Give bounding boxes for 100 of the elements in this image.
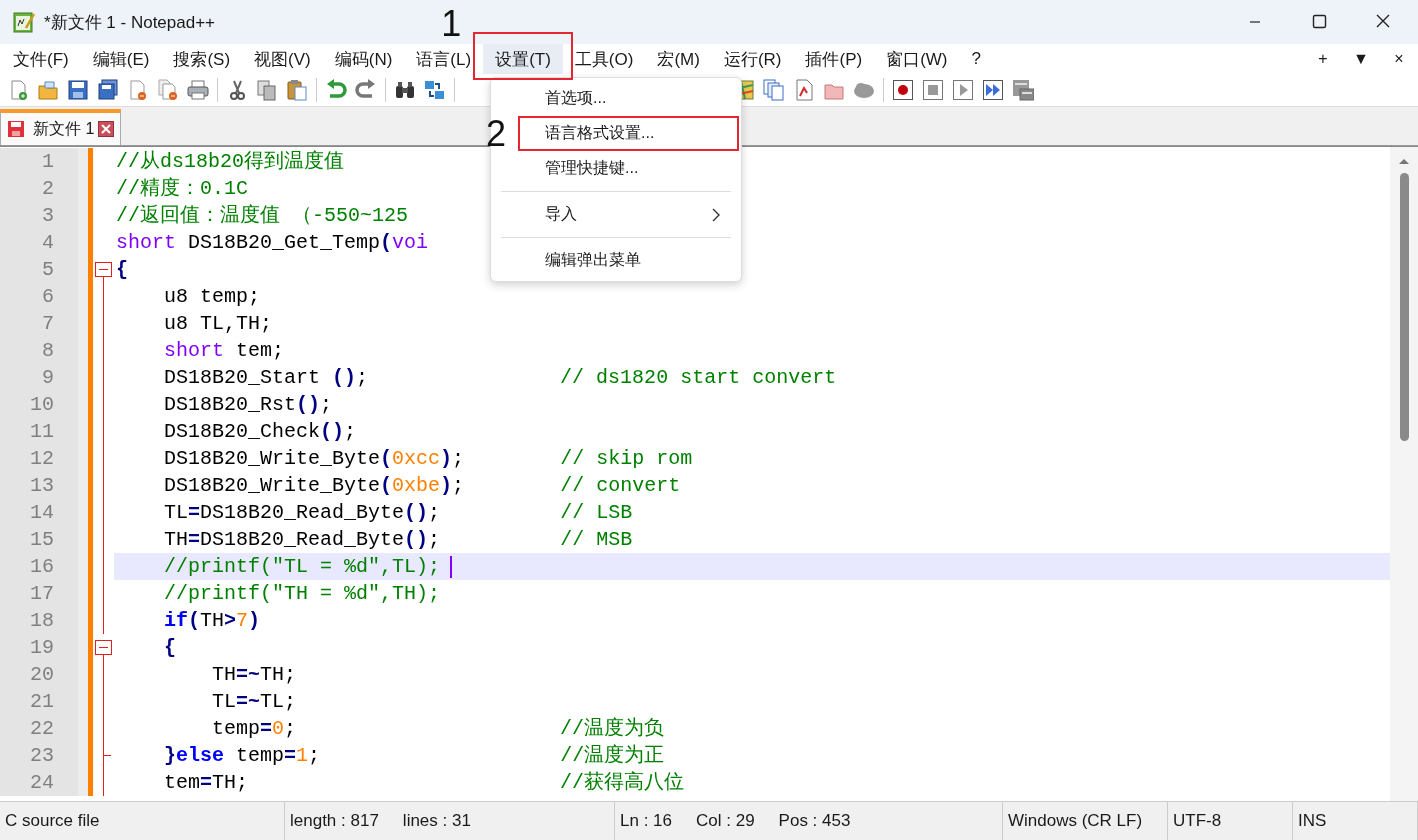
code-line: DS18B20_Start (); // ds1820 start convert: [163, 365, 837, 391]
code-line: temp=0; //温度为负: [211, 716, 665, 742]
code-line: if(TH>7): [163, 608, 261, 634]
close-tab-button[interactable]: ×: [1380, 50, 1418, 68]
line-number: 17: [0, 580, 88, 607]
status-text: Ln : 16: [620, 811, 672, 831]
menu-item[interactable]: 编码(N): [322, 43, 405, 75]
fast-forward-button[interactable]: [982, 79, 1004, 101]
line-number: 24: [0, 769, 88, 796]
line-number: 9: [0, 364, 88, 391]
step-number: 2: [486, 116, 507, 152]
code-line: TH=~TH;: [211, 662, 297, 688]
paste-button[interactable]: [286, 79, 308, 101]
documents-button[interactable]: [763, 79, 785, 101]
menu-option[interactable]: 导入: [518, 197, 741, 232]
line-number: 16: [0, 553, 88, 580]
menu-option[interactable]: 编辑弹出菜单: [518, 243, 741, 278]
line-number: 8: [0, 337, 88, 364]
stop-button[interactable]: [922, 79, 944, 101]
line-number: 3: [0, 202, 88, 229]
print-button[interactable]: [187, 79, 209, 101]
step-number: 1: [441, 6, 462, 42]
fold-line: [103, 769, 104, 796]
scroll-up-icon[interactable]: [1398, 157, 1410, 165]
code-line: short DS18B20_Get_Temp(voi: [115, 230, 429, 256]
code-line: TL=~TL;: [211, 689, 297, 715]
code-line: {: [115, 257, 128, 283]
save-icon: [7, 120, 25, 138]
menu-item[interactable]: 插件(P): [793, 43, 875, 75]
menu-item[interactable]: 搜索(S): [161, 43, 243, 75]
line-number: 20: [0, 661, 88, 688]
save-all-button[interactable]: [97, 79, 119, 101]
menu-item[interactable]: 运行(R): [711, 43, 794, 75]
line-number: 7: [0, 310, 88, 337]
line-number: 12: [0, 445, 88, 472]
scroll-thumb[interactable]: [1399, 173, 1409, 441]
line-number: 5: [0, 256, 88, 283]
line-number: 10: [0, 391, 88, 418]
record-button[interactable]: [892, 79, 914, 101]
code-line: tem=TH; //获得高八位: [163, 770, 685, 796]
code-line: u8 temp;: [163, 284, 261, 310]
line-number: 11: [0, 418, 88, 445]
close-all-button[interactable]: [157, 79, 179, 101]
code-line: DS18B20_Write_Byte(0xcc); // skip rom: [163, 446, 693, 472]
undo-button[interactable]: [325, 79, 347, 101]
tab-list-button[interactable]: ▼: [1342, 50, 1380, 68]
save-button[interactable]: [67, 79, 89, 101]
code-line: DS18B20_Check();: [163, 419, 357, 445]
line-number: 4: [0, 229, 88, 256]
menu-item[interactable]: 视图(V): [242, 43, 323, 75]
code-line: {: [163, 635, 176, 661]
play-button[interactable]: [952, 79, 974, 101]
menu-item[interactable]: ?: [959, 45, 993, 73]
binoculars-button[interactable]: [394, 79, 416, 101]
line-number: 6: [0, 283, 88, 310]
line-number: 18: [0, 607, 88, 634]
line-number: 19: [0, 634, 88, 661]
line-number: 22: [0, 715, 88, 742]
line-number: 21: [0, 688, 88, 715]
code-line: }else temp=1; //温度为正: [163, 743, 665, 769]
file-tab[interactable]: 新文件 1: [0, 109, 122, 145]
status-text: Windows (CR LF): [1008, 811, 1143, 831]
status-text: lines : 31: [402, 811, 471, 831]
menu-item[interactable]: 编辑(E): [80, 43, 162, 75]
menu-option[interactable]: 管理快捷键...: [518, 151, 741, 186]
status-text: Col : 29: [696, 811, 755, 831]
document-button[interactable]: [793, 79, 815, 101]
add-tab-button[interactable]: +: [1304, 50, 1342, 68]
status-text: length : 817: [290, 811, 379, 831]
close-icon[interactable]: [98, 121, 115, 137]
copy-button[interactable]: [256, 79, 278, 101]
text-cursor: [450, 555, 453, 578]
code-line: TH=DS18B20_Read_Byte(); // MSB: [163, 527, 633, 553]
code-line: u8 TL,TH;: [163, 311, 273, 337]
close-file-button[interactable]: [127, 79, 149, 101]
chevron-right-icon: [711, 207, 721, 222]
replace-button[interactable]: [424, 79, 446, 101]
app-icon: [12, 10, 36, 34]
open-folder-button[interactable]: [37, 79, 59, 101]
redo-button[interactable]: [355, 79, 377, 101]
code-line: short tem;: [163, 338, 285, 364]
status-text: Pos : 453: [778, 811, 851, 831]
line-number: 13: [0, 472, 88, 499]
status-text: INS: [1298, 811, 1327, 831]
menu-item[interactable]: 工具(O): [562, 43, 646, 75]
menu-item[interactable]: 宏(M): [645, 43, 712, 75]
menu-item[interactable]: 窗口(W): [874, 43, 960, 75]
macro-list-button[interactable]: [1012, 79, 1034, 101]
code-line: DS18B20_Rst();: [163, 392, 333, 418]
menu-item[interactable]: 语言(L): [404, 43, 484, 75]
code-line: //printf("TH = %d",TH);: [163, 581, 441, 607]
code-line: TL=DS18B20_Read_Byte(); // LSB: [163, 500, 633, 526]
status-text: C source file: [5, 811, 100, 831]
code-line: //从ds18b20得到温度值: [115, 149, 345, 175]
line-number: 2: [0, 175, 88, 202]
menu-item[interactable]: 设置(T): [483, 43, 563, 75]
code-line: //返回值：温度值 （-550~125: [115, 203, 409, 229]
menu-item[interactable]: 文件(F): [1, 43, 81, 75]
status-text: UTF-8: [1173, 811, 1222, 831]
menu-option[interactable]: 首选项...: [518, 81, 741, 116]
